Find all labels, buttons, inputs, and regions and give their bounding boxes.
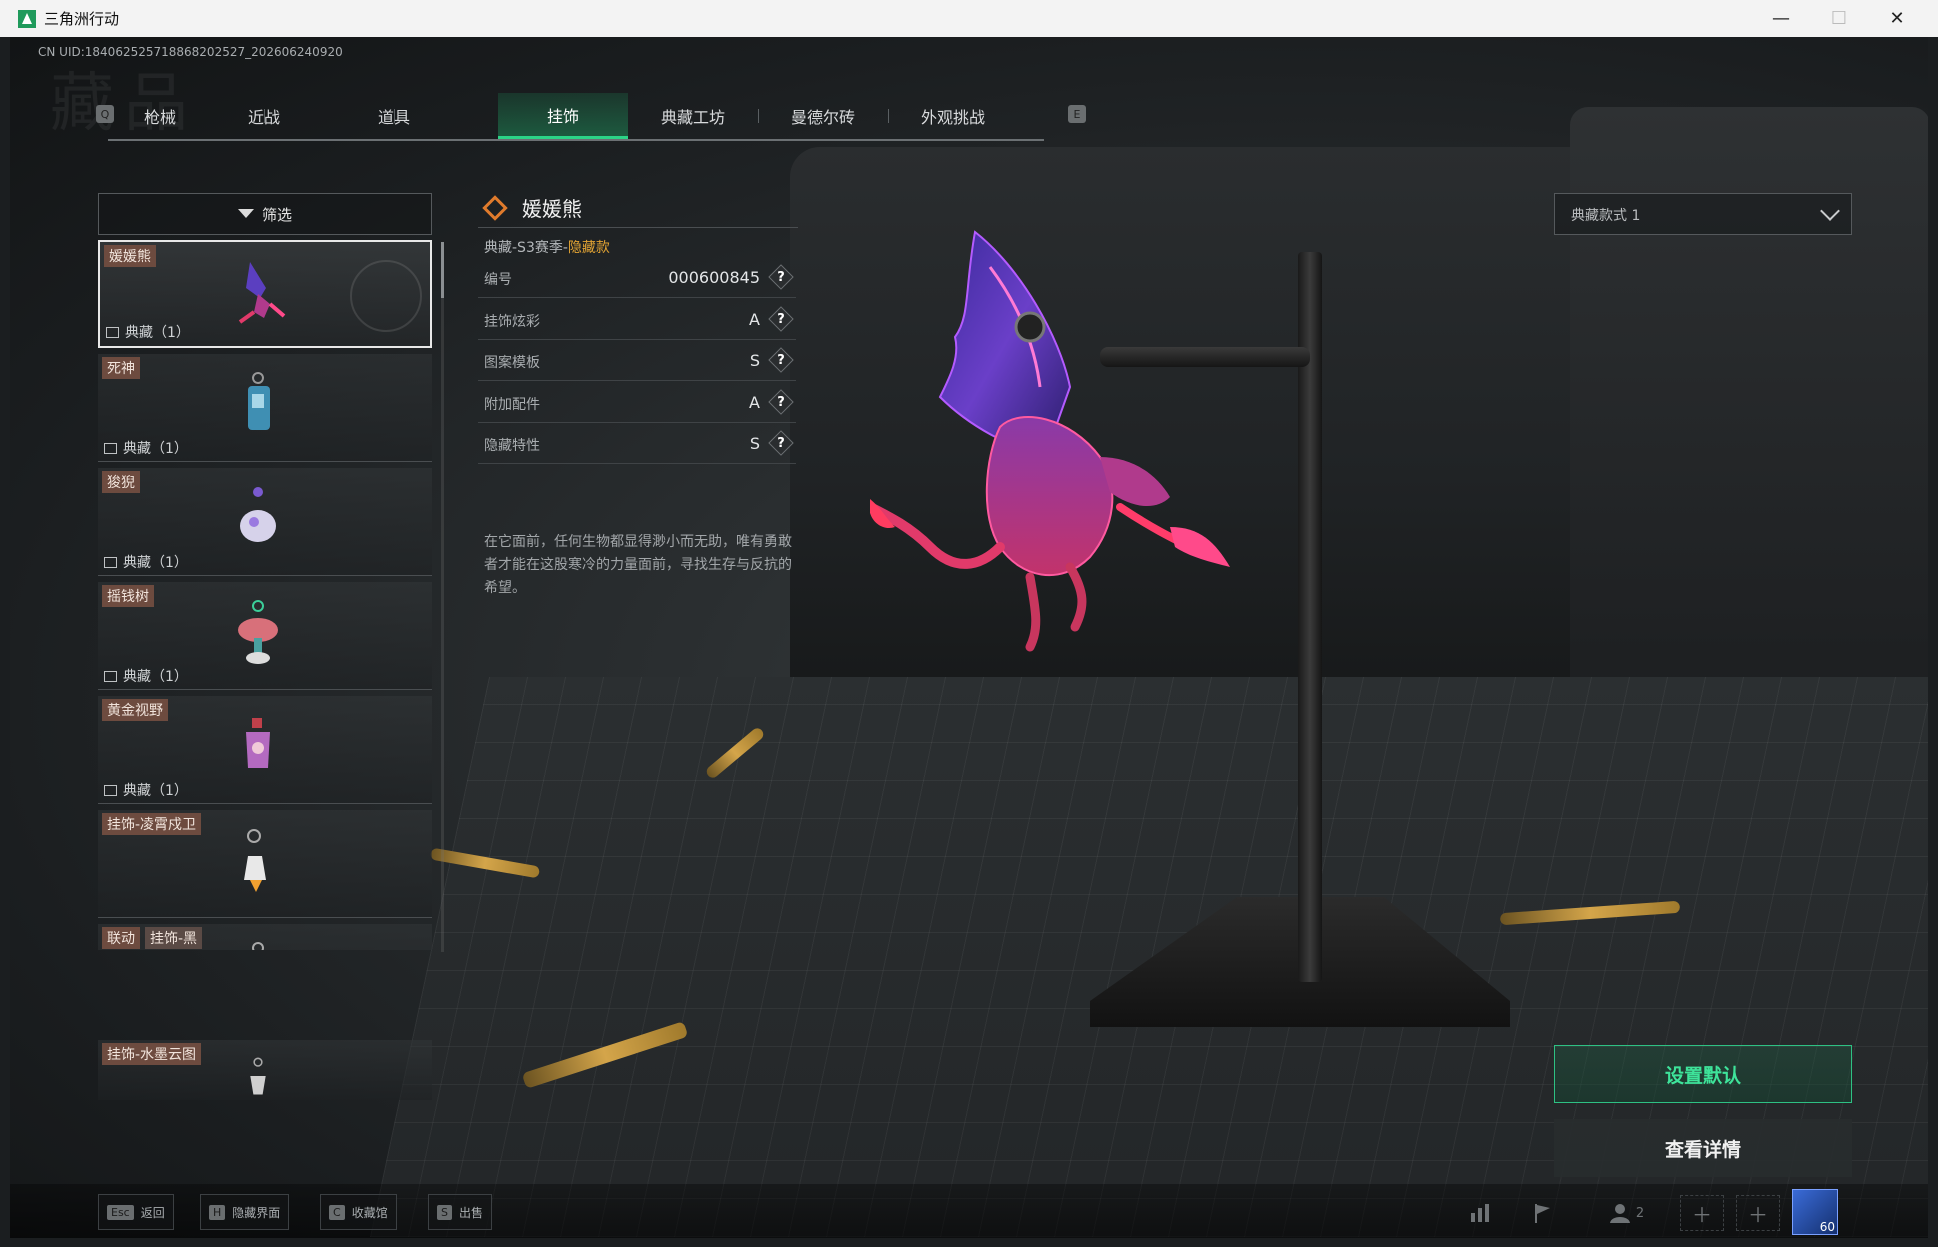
list-item[interactable]: 摇钱树 典藏（1） <box>98 582 432 690</box>
tab-appearance-challenge[interactable]: 外观挑战 <box>888 93 1018 139</box>
charm-3d-model[interactable] <box>870 227 1310 707</box>
detail-header: 媛媛熊 <box>478 187 798 228</box>
item-name: 挂饰-水墨云图 <box>102 1043 202 1065</box>
squad-icon <box>1609 1204 1630 1223</box>
maximize-button[interactable]: ☐ <box>1810 0 1868 37</box>
attribute-value: S <box>749 434 760 453</box>
item-collection-count: 典藏（1） <box>104 666 188 686</box>
collection-icon <box>106 326 119 338</box>
chevron-down-icon <box>1820 201 1840 221</box>
item-thumbnail <box>250 1057 266 1095</box>
item-thumbnail <box>246 718 270 768</box>
rarity-diamond-icon <box>482 195 508 221</box>
item-description: 在它面前，任何生物都显得渺小而无助，唯有勇敢者才能在这股寒冷的力量面前，寻找生存… <box>484 534 792 596</box>
attribute-key: 隐藏特性 <box>484 438 540 454</box>
list-scrollbar-thumb[interactable] <box>441 242 444 298</box>
attribute-key: 挂饰炫彩 <box>484 314 540 330</box>
item-collection-count: 典藏（1） <box>104 780 188 800</box>
style-select-value: 典藏款式 1 <box>1571 208 1641 224</box>
collection-icon <box>104 670 117 682</box>
tab-melee[interactable]: 近战 <box>212 93 316 139</box>
collection-hall-hotkey[interactable]: C 收藏馆 <box>320 1194 397 1230</box>
tab-items[interactable]: 道具 <box>342 93 446 139</box>
item-collection-count: 典藏（1） <box>104 552 188 572</box>
hide-ui-hotkey[interactable]: H 隐藏界面 <box>200 1194 290 1230</box>
filter-button[interactable]: 筛选 <box>98 193 432 235</box>
squad-count: 2 <box>1635 1205 1645 1221</box>
category-tabs: 枪械 近战 道具 挂饰 典藏工坊 曼德尔砖 外观挑战 <box>108 93 1044 141</box>
item-collab-tag: 联动 <box>102 927 140 949</box>
item-collection-count: 典藏（1） <box>106 322 190 342</box>
filter-label: 筛选 <box>261 205 292 224</box>
detail-item-name: 媛媛熊 <box>522 197 582 221</box>
item-thumbnail <box>248 372 270 430</box>
attribute-row: 挂饰炫彩 A ? <box>478 301 796 340</box>
season-label: 典藏-S3赛季-隐藏款 <box>484 240 610 256</box>
list-item[interactable]: 联动 挂饰-黑 <box>98 924 432 950</box>
sell-hotkey[interactable]: S 出售 <box>428 1194 492 1230</box>
player-level: 60 <box>1819 1220 1835 1234</box>
tab-collection-workshop[interactable]: 典藏工坊 <box>628 93 758 139</box>
attribute-value: 000600845 <box>668 268 760 287</box>
stats-icon[interactable] <box>1458 1195 1502 1231</box>
player-avatar[interactable]: 60 <box>1792 1189 1838 1235</box>
next-tab-key[interactable]: E <box>1068 105 1086 123</box>
attribute-key: 图案模板 <box>484 355 540 371</box>
collection-icon <box>104 442 117 454</box>
item-collection-count: 典藏（1） <box>104 438 188 458</box>
game-viewport: CN UID:184062525718868202527_20260624092… <box>10 37 1928 1238</box>
item-name: 挂饰-凌霄戍卫 <box>102 813 202 835</box>
attribute-row: 隐藏特性 S ? <box>478 425 796 464</box>
set-default-button[interactable]: 设置默认 <box>1554 1045 1852 1103</box>
item-thumbnail <box>244 829 266 892</box>
list-item[interactable]: 狻猊 典藏（1） <box>98 468 432 576</box>
list-scrollbar[interactable] <box>441 242 444 952</box>
close-button[interactable]: ✕ <box>1868 0 1926 37</box>
app-logo-icon <box>18 9 36 28</box>
collection-icon <box>104 556 117 568</box>
filter-icon <box>237 208 254 218</box>
item-name: 死神 <box>102 357 140 379</box>
window-title: 三角洲行动 <box>44 10 120 28</box>
attribute-value: A <box>749 393 760 412</box>
attribute-value: S <box>749 351 760 370</box>
item-name: 黄金视野 <box>102 699 168 721</box>
item-thumbnail <box>238 262 286 324</box>
list-item[interactable]: 黄金视野 典藏（1） <box>98 696 432 804</box>
attribute-key: 编号 <box>484 272 512 288</box>
list-item[interactable]: 挂饰-凌霄戍卫 <box>98 810 432 918</box>
list-item[interactable]: 媛媛熊 典藏（1） <box>98 240 432 348</box>
attribute-key: 附加配件 <box>484 397 540 413</box>
item-thumbnail <box>240 487 276 542</box>
tab-firearms[interactable]: 枪械 <box>108 93 212 139</box>
style-select[interactable]: 典藏款式 1 <box>1554 193 1852 235</box>
attribute-row: 图案模板 S ? <box>478 342 796 381</box>
minimize-button[interactable]: — <box>1752 0 1810 37</box>
item-thumbnail <box>252 942 264 950</box>
list-item[interactable]: 死神 典藏（1） <box>98 354 432 462</box>
item-name: 狻猊 <box>102 471 140 493</box>
charm-list: 媛媛熊 典藏（1） 死神 典藏（1） 狻猊 典藏（1） 摇钱树 典藏（1） 黄金… <box>98 240 432 950</box>
item-thumbnail <box>238 600 278 664</box>
back-hotkey[interactable]: Esc 返回 <box>98 1194 174 1230</box>
window-titlebar: 三角洲行动 — ☐ ✕ <box>0 0 1938 37</box>
item-name: 摇钱树 <box>102 585 154 607</box>
attribute-value: A <box>749 310 760 329</box>
collection-emblem-icon <box>350 260 422 332</box>
attribute-row: 编号 000600845 ? <box>478 259 796 298</box>
tab-charms[interactable]: 挂饰 <box>498 93 628 139</box>
add-slot-icon[interactable]: ＋ <box>1736 1195 1780 1231</box>
flag-icon[interactable] <box>1520 1195 1564 1231</box>
squad-button[interactable]: 2 <box>1596 1195 1656 1231</box>
item-name: 挂饰-黑 <box>145 927 203 949</box>
item-name: 媛媛熊 <box>104 245 156 267</box>
list-item[interactable]: 挂饰-水墨云图 <box>98 1040 432 1100</box>
collection-icon <box>104 784 117 796</box>
tab-mandel-brick[interactable]: 曼德尔砖 <box>758 93 888 139</box>
add-slot-icon[interactable]: ＋ <box>1680 1195 1724 1231</box>
attribute-row: 附加配件 A ? <box>478 384 796 423</box>
view-details-button[interactable]: 查看详情 <box>1554 1119 1852 1177</box>
